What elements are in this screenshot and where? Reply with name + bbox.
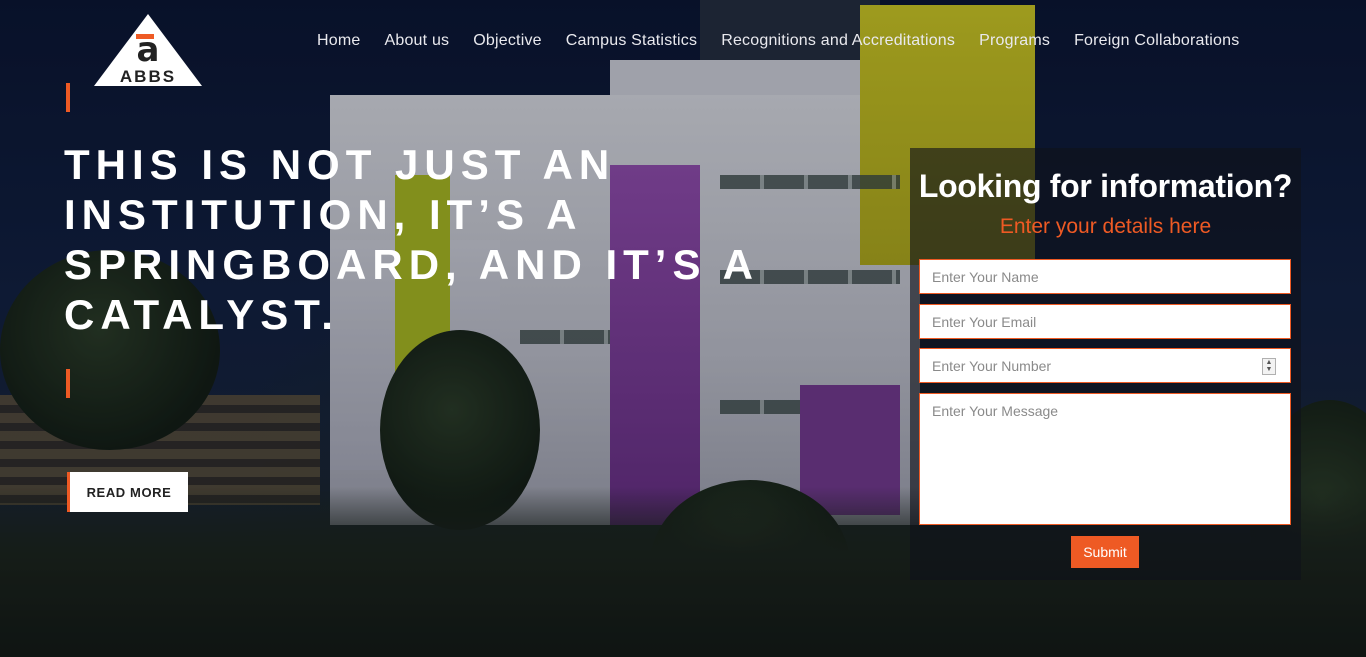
main-nav: Home About us Objective Campus Statistic…	[317, 32, 1239, 50]
nav-foreign-collaborations[interactable]: Foreign Collaborations	[1074, 32, 1239, 50]
logo-text: ABBS	[120, 67, 176, 86]
hero-headline: THIS IS NOT JUST AN INSTITUTION, IT’S A …	[64, 141, 758, 338]
name-input[interactable]	[919, 259, 1291, 294]
read-more-button[interactable]: READ MORE	[67, 472, 188, 512]
enquiry-form-panel: Looking for information? Enter your deta…	[910, 148, 1301, 580]
number-spinner-icon[interactable]: ▲ ▼	[1262, 358, 1276, 375]
number-input[interactable]	[919, 348, 1291, 383]
nav-objective[interactable]: Objective	[473, 32, 542, 50]
submit-button[interactable]: Submit	[1071, 536, 1139, 568]
form-subtitle: Enter your details here	[999, 215, 1212, 238]
nav-programs[interactable]: Programs	[979, 32, 1050, 50]
nav-about-us[interactable]: About us	[384, 32, 449, 50]
abbs-logo[interactable]: a ABBS	[92, 12, 204, 90]
form-title: Looking for information?	[918, 168, 1293, 204]
nav-recognitions[interactable]: Recognitions and Accreditations	[721, 32, 955, 50]
nav-home[interactable]: Home	[317, 32, 360, 50]
email-input[interactable]	[919, 304, 1291, 339]
message-textarea[interactable]	[919, 393, 1291, 525]
accent-bar-bottom	[66, 369, 70, 398]
accent-bar-top	[66, 83, 70, 112]
nav-campus-statistics[interactable]: Campus Statistics	[566, 32, 697, 50]
